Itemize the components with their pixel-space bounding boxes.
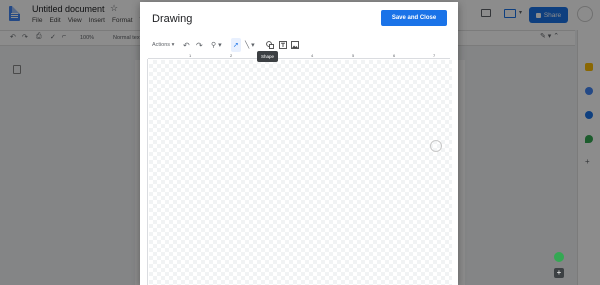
zoom-icon[interactable]: ⚲ ▾ xyxy=(211,38,222,52)
textbox-icon[interactable] xyxy=(279,38,287,52)
actions-label: Actions xyxy=(152,42,171,48)
grammarly-icon[interactable] xyxy=(554,252,564,262)
explore-button[interactable]: + xyxy=(554,268,564,278)
ruler-number: 6 xyxy=(393,53,396,58)
shape-tooltip: Shape xyxy=(257,51,279,62)
redo-icon[interactable]: ↷ xyxy=(196,38,203,52)
ruler-number: 4 xyxy=(311,53,314,58)
drawing-canvas[interactable] xyxy=(149,60,452,285)
save-and-close-button[interactable]: Save and Close xyxy=(381,10,447,26)
line-icon[interactable]: ╲ ▾ xyxy=(245,38,255,52)
horizontal-ruler: 1 2 3 4 5 6 7 xyxy=(148,53,450,59)
drawing-dialog: Drawing Save and Close Actions ▾ ↶ ↷ ⚲ ▾… xyxy=(140,2,458,285)
shape-icon[interactable] xyxy=(266,38,274,52)
ruler-number: 5 xyxy=(352,53,355,58)
ruler-number: 1 xyxy=(189,53,192,58)
image-icon[interactable] xyxy=(291,38,299,52)
chevron-down-icon: ▾ xyxy=(170,42,175,48)
actions-menu[interactable]: Actions ▾ xyxy=(152,38,174,52)
ruler-number: 7 xyxy=(433,53,436,58)
vertical-ruler xyxy=(143,59,148,285)
undo-icon[interactable]: ↶ xyxy=(183,38,190,52)
drawing-toolbar: Actions ▾ ↶ ↷ ⚲ ▾ ➚ ╲ ▾ xyxy=(140,38,458,52)
ruler-number: 2 xyxy=(230,53,233,58)
cursor-indicator xyxy=(430,140,442,152)
select-arrow-icon[interactable]: ➚ xyxy=(231,38,241,52)
dialog-title: Drawing xyxy=(152,13,193,25)
